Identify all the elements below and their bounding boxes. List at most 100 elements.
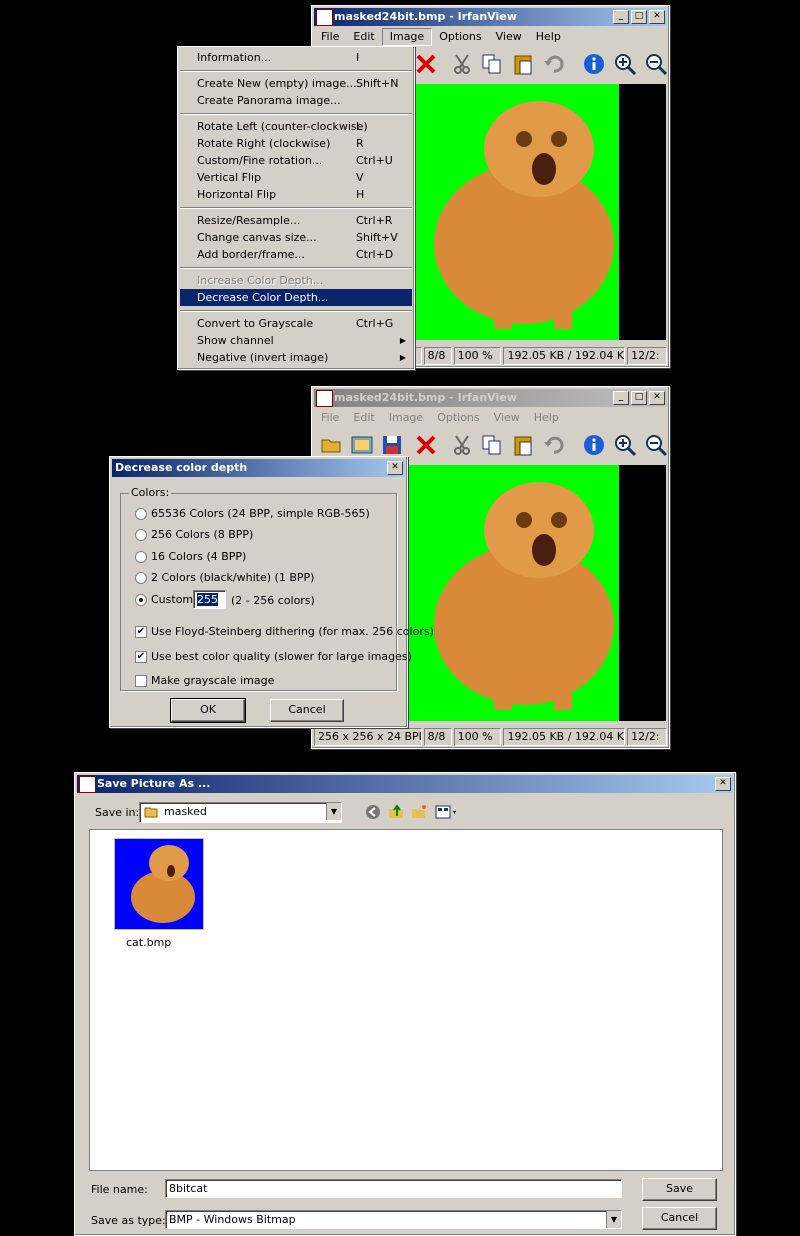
- custom-colors-input[interactable]: 255: [193, 590, 226, 609]
- checkbox-checked-icon: ✔: [135, 626, 147, 638]
- save-icon[interactable]: [380, 433, 404, 457]
- dialog-title-bar[interactable]: Decrease color depth ✕: [112, 459, 405, 477]
- status-dimensions: 256 x 256 x 24 BPP: [314, 728, 422, 746]
- save-button[interactable]: Save: [642, 1178, 717, 1201]
- cut-icon[interactable]: [450, 433, 474, 457]
- menu-options[interactable]: Options: [432, 28, 488, 46]
- menu-help[interactable]: Help: [527, 409, 566, 427]
- menu-item-rotate-right[interactable]: Rotate Right (clockwise) R: [180, 135, 412, 152]
- menu-edit[interactable]: Edit: [346, 28, 381, 46]
- filename-input[interactable]: 8bitcat: [165, 1179, 622, 1198]
- info-icon[interactable]: [582, 52, 606, 76]
- open-folder-icon[interactable]: [320, 433, 344, 457]
- menu-separator: [180, 207, 412, 209]
- undo-icon[interactable]: [542, 52, 566, 76]
- menu-file[interactable]: File: [314, 28, 346, 46]
- submenu-arrow-icon: ▶: [399, 336, 406, 345]
- close-button[interactable]: ✕: [649, 391, 665, 405]
- cancel-button[interactable]: Cancel: [642, 1207, 717, 1230]
- delete-icon[interactable]: [414, 52, 438, 76]
- file-item-name[interactable]: cat.bmp: [126, 936, 171, 949]
- new-folder-icon[interactable]: [411, 804, 427, 820]
- up-folder-icon[interactable]: [388, 804, 404, 820]
- close-button[interactable]: ✕: [387, 461, 403, 475]
- menu-item-resize[interactable]: Resize/Resample... Ctrl+R: [180, 212, 412, 229]
- info-icon[interactable]: [582, 433, 606, 457]
- undo-icon[interactable]: [542, 433, 566, 457]
- custom-colors-value: 255: [197, 593, 218, 606]
- save-in-label: Save in:: [95, 806, 140, 819]
- status-frames: 8/8: [423, 347, 452, 365]
- status-zoom: 100 %: [453, 728, 502, 746]
- dialog-title: Save Picture As ...: [97, 777, 211, 790]
- file-list[interactable]: cat.bmp: [89, 829, 723, 1171]
- close-button[interactable]: ✕: [649, 10, 665, 24]
- menu-edit[interactable]: Edit: [346, 409, 381, 427]
- menu-item-grayscale[interactable]: Convert to Grayscale Ctrl+G: [180, 315, 412, 332]
- status-filesize: 192.05 KB / 192.04 KB: [503, 728, 626, 746]
- title-bar[interactable]: masked24bit.bmp - IrfanView _ □ ✕: [314, 8, 667, 26]
- radio-icon: [135, 508, 147, 520]
- menu-item-negative[interactable]: Negative (invert image) ▶: [180, 349, 412, 366]
- menu-separator: [180, 267, 412, 269]
- dialog-title-bar[interactable]: Save Picture As ... ✕: [77, 775, 733, 793]
- decrease-color-depth-dialog: Decrease color depth ✕ Colors: 65536 Col…: [109, 456, 434, 728]
- back-icon[interactable]: [365, 804, 381, 820]
- maximize-button[interactable]: □: [631, 10, 647, 24]
- submenu-arrow-icon: ▶: [399, 353, 406, 362]
- menu-item-horizontal-flip[interactable]: Horizontal Flip H: [180, 186, 412, 203]
- status-date: 12/2:: [627, 347, 667, 365]
- menu-item-create-new[interactable]: Create New (empty) image... Shift+N: [180, 75, 412, 92]
- menu-view[interactable]: View: [487, 409, 527, 427]
- copy-icon[interactable]: [480, 433, 504, 457]
- menu-item-decrease-depth[interactable]: Decrease Color Depth...: [180, 289, 412, 306]
- paste-icon[interactable]: [511, 52, 535, 76]
- cut-icon[interactable]: [450, 52, 474, 76]
- menu-item-vertical-flip[interactable]: Vertical Flip V: [180, 169, 412, 186]
- view-menu-icon[interactable]: [435, 804, 459, 820]
- menu-item-create-panorama[interactable]: Create Panorama image...: [180, 92, 412, 109]
- dropdown-arrow-icon[interactable]: ▼: [606, 1211, 621, 1228]
- copy-icon[interactable]: [480, 52, 504, 76]
- save-as-type-label: Save as type:: [91, 1214, 166, 1227]
- menu-options[interactable]: Options: [430, 409, 486, 427]
- menu-help[interactable]: Help: [529, 28, 568, 46]
- radio-icon: [135, 551, 147, 563]
- status-frames: 8/8: [423, 728, 452, 746]
- menu-item-custom-rotation[interactable]: Custom/Fine rotation... Ctrl+U: [180, 152, 412, 169]
- dropdown-arrow-icon[interactable]: ▼: [326, 803, 341, 820]
- save-in-dropdown[interactable]: masked ▼: [139, 802, 342, 823]
- zoom-out-icon[interactable]: [644, 52, 668, 76]
- menu-item-canvas-size[interactable]: Change canvas size... Shift+V: [180, 229, 412, 246]
- zoom-in-icon[interactable]: [613, 52, 637, 76]
- title-bar[interactable]: masked24bit.bmp - IrfanView _ □ ✕: [314, 389, 667, 407]
- file-item-thumbnail[interactable]: [114, 838, 204, 930]
- menu-item-show-channel[interactable]: Show channel ▶: [180, 332, 412, 349]
- slideshow-icon[interactable]: [350, 433, 374, 457]
- maximize-button[interactable]: □: [631, 391, 647, 405]
- menu-image[interactable]: Image: [381, 28, 433, 46]
- folder-icon: [144, 807, 158, 818]
- cancel-button[interactable]: Cancel: [270, 699, 344, 722]
- menu-item-rotate-left[interactable]: Rotate Left (counter-clockwise) L: [180, 118, 412, 135]
- ok-button[interactable]: OK: [170, 698, 246, 723]
- zoom-out-icon[interactable]: [644, 433, 668, 457]
- menu-separator: [180, 113, 412, 115]
- menu-file[interactable]: File: [314, 409, 346, 427]
- menu-bar: File Edit Image Options View Help: [314, 28, 667, 46]
- menu-item-add-border[interactable]: Add border/frame... Ctrl+D: [180, 246, 412, 263]
- zoom-in-icon[interactable]: [613, 433, 637, 457]
- menu-item-information[interactable]: Information... I: [180, 49, 412, 66]
- status-bar: 256 x 256 x 24 BPP 8/8 100 % 192.05 KB /…: [314, 728, 667, 746]
- save-as-type-dropdown[interactable]: BMP - Windows Bitmap ▼: [165, 1210, 622, 1229]
- paste-icon[interactable]: [511, 433, 535, 457]
- menu-image[interactable]: Image: [382, 409, 430, 427]
- delete-icon[interactable]: [414, 433, 438, 457]
- minimize-button[interactable]: _: [613, 10, 629, 24]
- minimize-button[interactable]: _: [613, 391, 629, 405]
- menu-view[interactable]: View: [489, 28, 529, 46]
- colors-group: Colors: 65536 Colors (24 BPP, simple RGB…: [120, 486, 434, 691]
- status-date: 12/2:: [627, 728, 667, 746]
- close-button[interactable]: ✕: [715, 777, 731, 791]
- checkbox-checked-icon: ✔: [135, 651, 147, 663]
